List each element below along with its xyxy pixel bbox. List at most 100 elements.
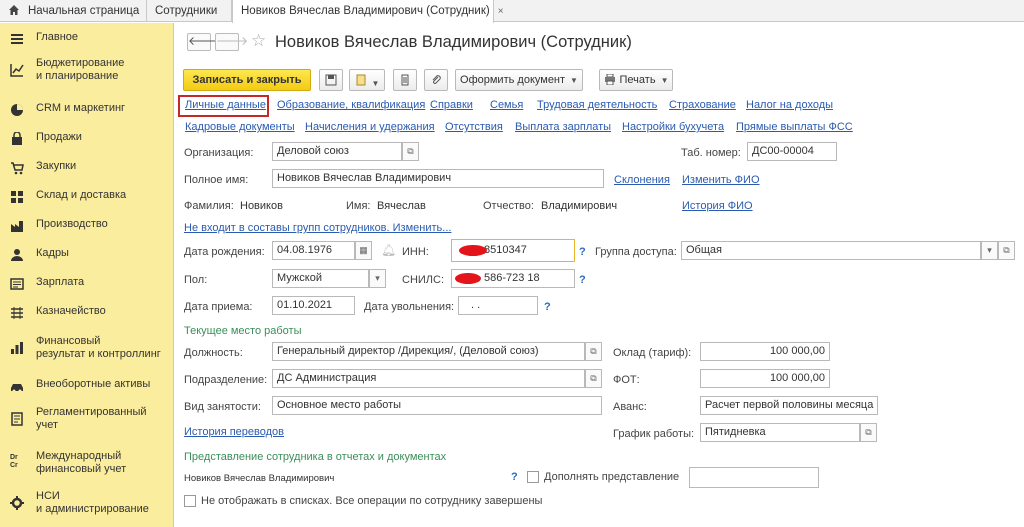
hire-date-field[interactable]: 01.10.2021 bbox=[272, 296, 355, 315]
help-icon[interactable]: ? bbox=[579, 246, 586, 258]
link-fio-history[interactable]: История ФИО bbox=[682, 200, 753, 212]
sidebar-item-5[interactable]: Склад и доставка bbox=[0, 189, 174, 217]
sidebar-item-label: Бюджетирование и планирование bbox=[36, 57, 125, 82]
help-icon[interactable]: ? bbox=[579, 274, 586, 286]
position-label: Должность: bbox=[184, 347, 243, 359]
link-transfer-history[interactable]: История переводов bbox=[184, 426, 284, 438]
link-income-tax[interactable]: Налог на доходы bbox=[746, 99, 833, 111]
sidebar-item-11[interactable]: Внеоборотные активы bbox=[0, 378, 174, 406]
birth-date-field[interactable]: 04.08.1976 bbox=[272, 241, 355, 260]
open-icon[interactable]: ⧉ bbox=[585, 369, 602, 388]
tab-home-label: Начальная страница bbox=[28, 5, 140, 17]
sidebar-item-9[interactable]: Казначейство bbox=[0, 305, 174, 333]
sidebar-item-14[interactable]: НСИ и администрирование bbox=[0, 490, 174, 518]
fullname-field[interactable]: Новиков Вячеслав Владимирович bbox=[272, 169, 604, 188]
tab-employees[interactable]: Сотрудники bbox=[147, 0, 232, 22]
sidebar-item-12[interactable]: Регламентированный учет bbox=[0, 406, 174, 434]
advance-label: Аванс: bbox=[613, 401, 647, 413]
sidebar-item-2[interactable]: CRM и маркетинг bbox=[0, 102, 174, 130]
extend-representation-checkbox[interactable] bbox=[527, 471, 539, 483]
sidebar-item-8[interactable]: Зарплата bbox=[0, 276, 174, 304]
new-doc-dropdown[interactable]: ▼ bbox=[349, 69, 385, 91]
forward-button[interactable]: 🡒 bbox=[215, 33, 248, 51]
sex-field[interactable]: Мужской bbox=[272, 269, 369, 288]
sidebar-item-6[interactable]: Производство bbox=[0, 218, 174, 246]
salary-field[interactable]: 100 000,00 bbox=[700, 342, 830, 361]
link-hr-documents[interactable]: Кадровые документы bbox=[185, 121, 295, 133]
open-icon[interactable]: ⧉ bbox=[402, 142, 419, 161]
link-family[interactable]: Семья bbox=[490, 99, 523, 111]
link-salary-payment[interactable]: Выплата зарплаты bbox=[515, 121, 611, 133]
sidebar-item-7[interactable]: Кадры bbox=[0, 247, 174, 275]
link-inflections[interactable]: Склонения bbox=[614, 174, 670, 186]
open-icon[interactable]: ⧉ bbox=[585, 342, 602, 361]
sidebar-item-10[interactable]: Финансовый результат и контроллинг bbox=[0, 335, 174, 363]
sidebar-item-3[interactable]: Продажи bbox=[0, 131, 174, 159]
star-icon[interactable]: ☆ bbox=[251, 31, 266, 51]
link-certificates[interactable]: Справки bbox=[430, 99, 473, 111]
menu-icon bbox=[11, 34, 23, 44]
sidebar-item-label: Склад и доставка bbox=[36, 189, 127, 201]
link-absences[interactable]: Отсутствия bbox=[445, 121, 503, 133]
org-label: Организация: bbox=[184, 147, 254, 159]
sidebar-item-13[interactable]: Dr Cr Международный финансовый учет bbox=[0, 450, 174, 478]
dropdown-icon[interactable]: ▾ bbox=[369, 269, 386, 288]
car-icon bbox=[11, 384, 23, 393]
sidebar-item-4[interactable]: Закупки bbox=[0, 160, 174, 188]
help-icon[interactable]: ? bbox=[544, 301, 551, 313]
extend-representation-field[interactable] bbox=[689, 467, 819, 488]
link-insurance[interactable]: Страхование bbox=[669, 99, 736, 111]
link-personal-data[interactable]: Личные данные bbox=[185, 99, 266, 111]
bag-icon bbox=[12, 132, 22, 145]
tab-employees-label: Сотрудники bbox=[155, 5, 218, 17]
calendar-icon[interactable]: ▦ bbox=[355, 241, 372, 260]
sidebar-item-label: CRM и маркетинг bbox=[36, 102, 126, 114]
hide-in-lists-checkbox[interactable] bbox=[184, 495, 196, 507]
create-document-button[interactable]: Оформить документ ▼ bbox=[455, 69, 583, 91]
access-group-field[interactable]: Общая bbox=[681, 241, 981, 260]
link-accounting-settings[interactable]: Настройки бухучета bbox=[622, 121, 724, 133]
schedule-field[interactable]: Пятидневка bbox=[700, 423, 860, 442]
print-button[interactable]: Печать ▼ bbox=[599, 69, 673, 91]
department-label: Подразделение: bbox=[184, 374, 268, 386]
org-field[interactable]: Деловой союз bbox=[272, 142, 402, 161]
gear-icon bbox=[10, 496, 24, 510]
name-value: Вячеслав bbox=[377, 200, 426, 212]
bell-icon: 🔔︎ bbox=[381, 243, 397, 257]
help-icon[interactable]: ? bbox=[511, 471, 518, 483]
link-work-activity[interactable]: Трудовая деятельность bbox=[537, 99, 657, 111]
representation-value: Новиков Вячеслав Владимирович bbox=[184, 473, 335, 484]
warehouse-icon bbox=[11, 191, 23, 203]
open-icon[interactable]: ⧉ bbox=[998, 241, 1015, 260]
tab-home[interactable]: Начальная страница bbox=[0, 0, 147, 22]
link-accruals[interactable]: Начисления и удержания bbox=[305, 121, 435, 133]
sidebar-item-0[interactable]: Главное bbox=[0, 31, 174, 59]
save-button[interactable] bbox=[319, 69, 343, 91]
extend-representation-label: Дополнять представление bbox=[544, 471, 680, 483]
link-education[interactable]: Образование, квалификация bbox=[277, 99, 425, 111]
link-fss-payments[interactable]: Прямые выплаты ФСС bbox=[736, 121, 853, 133]
tab-number-field[interactable]: ДС00-00004 bbox=[747, 142, 837, 161]
position-field[interactable]: Генеральный директор /Дирекция/, (Делово… bbox=[272, 342, 585, 361]
tab-employee-card[interactable]: Новиков Вячеслав Владимирович (Сотрудник… bbox=[232, 0, 504, 23]
dismiss-date-field[interactable]: . . bbox=[458, 296, 538, 315]
close-icon[interactable]: × bbox=[498, 6, 504, 17]
link-employee-groups[interactable]: Не входит в составы групп сотрудников. И… bbox=[184, 222, 451, 234]
open-icon[interactable]: ⧉ bbox=[860, 423, 877, 442]
sidebar-item-label: Финансовый результат и контроллинг bbox=[36, 335, 161, 360]
employment-field[interactable]: Основное место работы bbox=[272, 396, 602, 415]
advance-field[interactable]: Расчет первой половины месяца bbox=[700, 396, 878, 415]
name-label: Имя: bbox=[346, 200, 371, 212]
save-close-button[interactable]: Записать и закрыть bbox=[183, 69, 311, 91]
fullname-label: Полное имя: bbox=[184, 174, 249, 186]
sidebar-item-1[interactable]: Бюджетирование и планирование bbox=[0, 57, 174, 85]
paperclip-icon bbox=[432, 75, 441, 84]
list-button[interactable] bbox=[393, 69, 417, 91]
fot-label: ФОТ: bbox=[613, 374, 640, 386]
dropdown-icon[interactable]: ▾ bbox=[981, 241, 998, 260]
department-field[interactable]: ДС Администрация bbox=[272, 369, 585, 388]
back-button[interactable]: 🡐 bbox=[187, 33, 220, 51]
link-change-fio[interactable]: Изменить ФИО bbox=[682, 174, 760, 186]
fot-field[interactable]: 100 000,00 bbox=[700, 369, 830, 388]
attach-button[interactable] bbox=[424, 69, 448, 91]
